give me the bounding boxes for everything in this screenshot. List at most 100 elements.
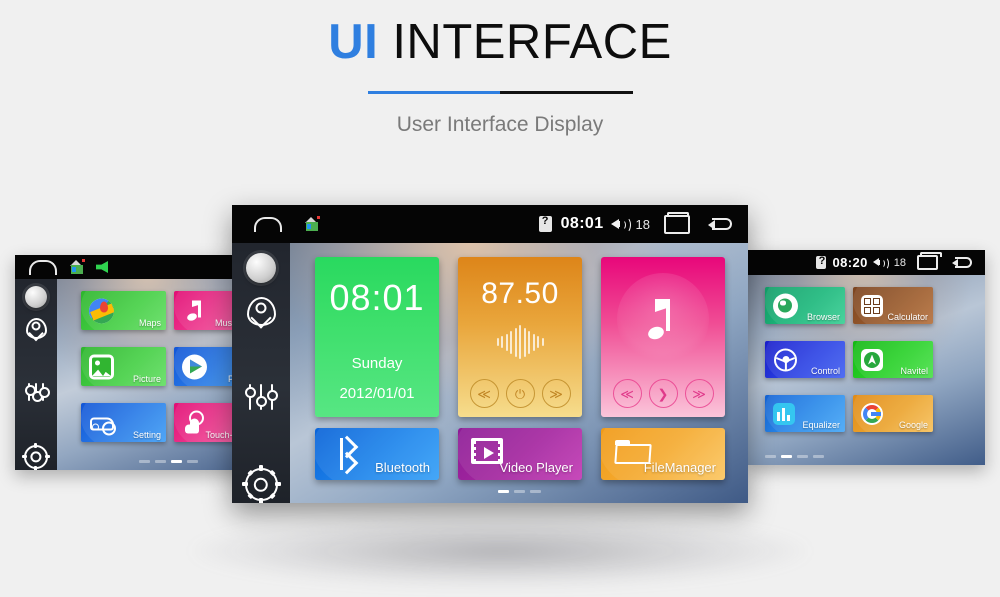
app-tile-equalizer[interactable]: Equalizer bbox=[765, 395, 845, 432]
bluetooth-icon bbox=[329, 435, 359, 475]
sidebar-item-navigation[interactable] bbox=[25, 318, 47, 339]
volume-level: 18 bbox=[893, 256, 906, 269]
sidebar-item-settings[interactable] bbox=[22, 443, 50, 470]
app-label: Maps bbox=[138, 318, 161, 328]
music-prev-button[interactable]: ≪ bbox=[612, 379, 642, 408]
app-label: Setting bbox=[132, 430, 161, 440]
google-g-icon bbox=[861, 402, 883, 425]
app-label: Equalizer bbox=[802, 420, 840, 430]
right-page-indicator[interactable] bbox=[748, 455, 985, 458]
app-tile-picture[interactable]: Picture bbox=[81, 347, 166, 386]
app-tile-setting[interactable]: Setting bbox=[81, 403, 166, 442]
center-sidebar bbox=[232, 243, 290, 503]
tile-label: Video Player bbox=[499, 460, 573, 475]
page-header: UI INTERFACE User Interface Display bbox=[0, 0, 1000, 175]
car-setting-icon bbox=[89, 410, 116, 435]
sidebar-item-equalizer[interactable] bbox=[245, 384, 278, 410]
app-tile-maps[interactable]: Maps bbox=[81, 291, 166, 330]
radio-next-button[interactable]: ≫ bbox=[541, 379, 571, 408]
app-tile-browser[interactable]: Browser bbox=[765, 287, 845, 324]
video-player-icon bbox=[471, 438, 503, 464]
back-arrow-icon[interactable] bbox=[952, 256, 972, 269]
house-app-icon[interactable] bbox=[69, 259, 85, 274]
app-tile-calculator[interactable]: Calculator bbox=[853, 287, 933, 324]
house-app-icon[interactable] bbox=[304, 216, 320, 231]
center-screen-body: 08:01 Sunday 2012/01/01 87.50 ≪ ⏻ ≫ ≪ ❯ … bbox=[232, 243, 748, 503]
home-icon[interactable] bbox=[254, 216, 282, 232]
clock-date: 2012/01/01 bbox=[339, 385, 415, 402]
title-divider bbox=[367, 91, 633, 94]
tile-label: Bluetooth bbox=[375, 460, 430, 475]
speaker-icon[interactable] bbox=[610, 216, 631, 233]
sidebar-item-settings[interactable] bbox=[241, 465, 281, 503]
radio-prev-button[interactable]: ≪ bbox=[469, 379, 499, 408]
stage-shadow bbox=[190, 515, 810, 587]
page-title: UI INTERFACE bbox=[0, 0, 1000, 67]
app-tile-navitel[interactable]: Navitel bbox=[853, 341, 933, 378]
tile-label: FileManager bbox=[643, 460, 716, 475]
globe-icon bbox=[773, 293, 798, 318]
app-label: Calculator bbox=[887, 312, 928, 322]
gallery-icon bbox=[89, 354, 114, 379]
volume-level: 18 bbox=[635, 216, 650, 232]
recent-apps-icon[interactable] bbox=[664, 211, 690, 234]
music-controls: ≪ ❯ ≫ bbox=[601, 379, 725, 408]
widget-music[interactable]: ≪ ❯ ≫ bbox=[601, 257, 725, 417]
back-arrow-icon[interactable] bbox=[708, 216, 732, 232]
radio-power-button[interactable]: ⏻ bbox=[505, 379, 535, 408]
radio-frequency: 87.50 bbox=[481, 277, 559, 310]
play-store-icon bbox=[182, 354, 207, 379]
home-icon[interactable] bbox=[29, 259, 57, 275]
center-device-screen: 08:01 18 bbox=[232, 205, 748, 503]
clock-time: 08:01 bbox=[329, 277, 425, 318]
center-page-indicator[interactable] bbox=[290, 490, 748, 493]
rotary-knob[interactable] bbox=[246, 253, 276, 283]
widget-clock[interactable]: 08:01 Sunday 2012/01/01 bbox=[315, 257, 439, 417]
sidebar-item-equalizer[interactable] bbox=[25, 383, 50, 402]
app-label: Control bbox=[810, 366, 840, 376]
page-subtitle: User Interface Display bbox=[396, 113, 604, 136]
app-tile-google[interactable]: Google bbox=[853, 395, 933, 432]
speaker-icon[interactable] bbox=[872, 256, 889, 270]
music-next-button[interactable]: ≫ bbox=[684, 379, 714, 408]
center-statusbar: 08:01 18 bbox=[232, 205, 748, 243]
sim-card-icon bbox=[538, 215, 552, 232]
app-label: Picture bbox=[132, 374, 161, 384]
app-label: Browser bbox=[806, 312, 840, 322]
steering-wheel-icon bbox=[773, 347, 798, 372]
app-tile-control[interactable]: Control bbox=[765, 341, 845, 378]
calculator-icon bbox=[861, 294, 883, 317]
clock-day: Sunday bbox=[351, 355, 403, 372]
statusbar-time: 08:20 bbox=[832, 255, 868, 270]
radio-waveform bbox=[458, 323, 582, 361]
widget-radio[interactable]: 87.50 ≪ ⏻ ≫ bbox=[458, 257, 582, 417]
right-device-screen: 08:20 18 bbox=[748, 250, 985, 465]
tile-video-player[interactable]: Video Player bbox=[458, 428, 582, 480]
music-note-icon bbox=[182, 298, 207, 323]
sidebar-item-navigation[interactable] bbox=[246, 297, 276, 326]
green-indicator-icon bbox=[96, 261, 108, 273]
recent-apps-icon[interactable] bbox=[917, 252, 942, 270]
app-label: Google bbox=[898, 420, 928, 430]
app-label: Navitel bbox=[900, 366, 928, 376]
tile-filemanager[interactable]: FileManager bbox=[601, 428, 725, 480]
page-title-accent: UI bbox=[328, 15, 379, 69]
divider-accent-segment bbox=[367, 91, 500, 94]
statusbar-time: 08:01 bbox=[560, 215, 604, 232]
equalizer-bars-icon bbox=[773, 402, 795, 425]
right-statusbar: 08:20 18 bbox=[748, 250, 985, 275]
right-screen-body: Browser Calculator Control Navitel Equal… bbox=[748, 275, 985, 465]
center-home-content: 08:01 Sunday 2012/01/01 87.50 ≪ ⏻ ≫ ≪ ❯ … bbox=[290, 243, 748, 503]
rotary-knob[interactable] bbox=[25, 286, 47, 308]
tile-bluetooth[interactable]: Bluetooth bbox=[315, 428, 439, 480]
sim-card-icon bbox=[815, 255, 829, 269]
left-sidebar bbox=[15, 279, 57, 470]
touch-assistant-icon bbox=[182, 410, 207, 435]
music-note-icon bbox=[617, 273, 709, 365]
page-title-rest: INTERFACE bbox=[378, 15, 672, 69]
device-showcase: Maps Music Pla bbox=[0, 175, 1000, 597]
right-app-grid: Browser Calculator Control Navitel Equal… bbox=[748, 275, 985, 465]
divider-dark-segment bbox=[500, 91, 633, 94]
navitel-icon bbox=[861, 348, 883, 371]
music-play-button[interactable]: ❯ bbox=[648, 379, 678, 408]
